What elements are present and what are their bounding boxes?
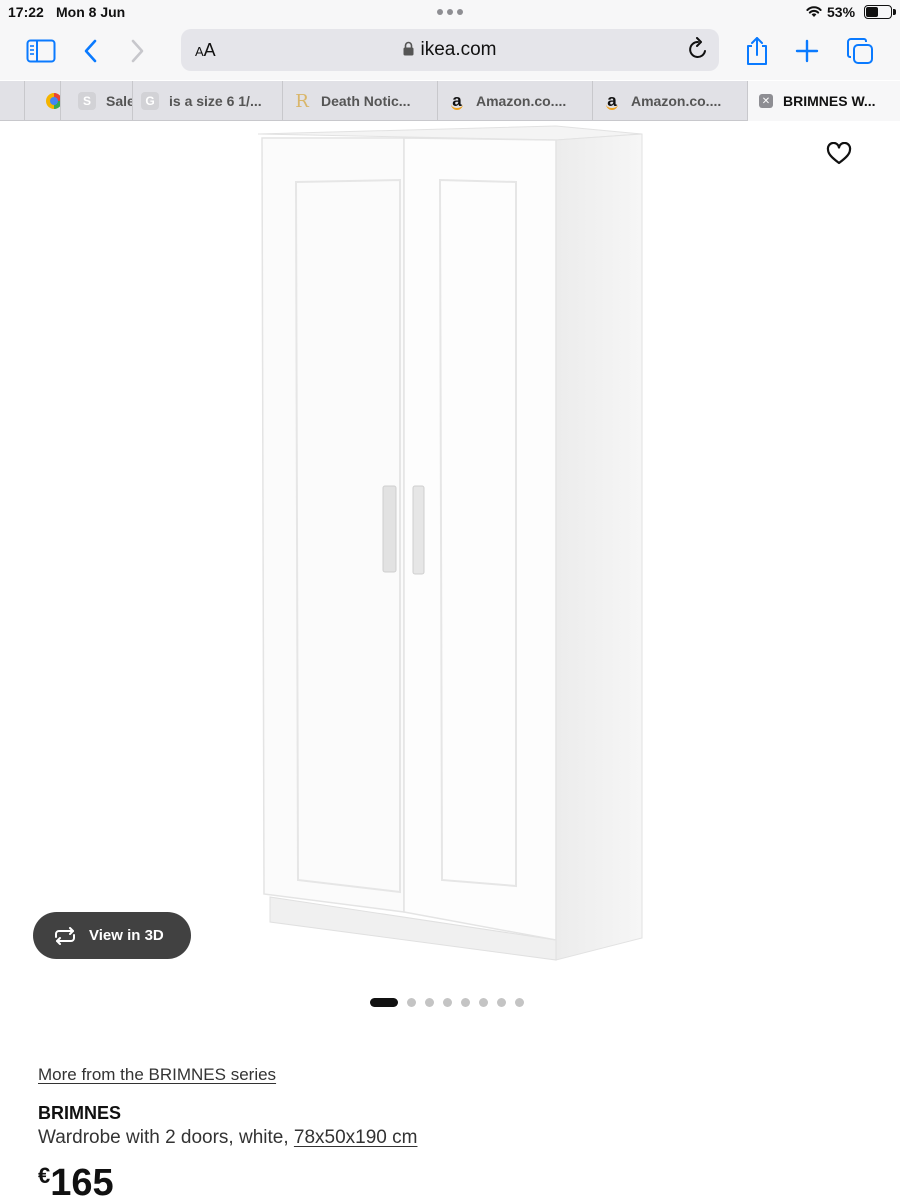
wifi-icon [806, 6, 822, 17]
carousel-dot[interactable] [407, 997, 416, 1007]
rotate-3d-icon [55, 926, 75, 945]
battery-percent: 53% [827, 4, 856, 20]
status-time: 17:22 [8, 4, 44, 20]
carousel-dot[interactable] [515, 997, 524, 1007]
s-favicon-icon: S [78, 92, 96, 110]
g-favicon-icon: G [141, 92, 159, 110]
product-price: €165 [38, 1162, 114, 1200]
product-description: Wardrobe with 2 doors, white, 78x50x190 … [38, 1127, 417, 1149]
multitasking-dots-icon[interactable] [437, 9, 463, 15]
product-image-gallery[interactable]: View in 3D [0, 122, 900, 1022]
favorite-heart-icon[interactable] [826, 142, 852, 166]
tab-title: is a size 6 1/... [169, 93, 262, 109]
close-tab-icon[interactable]: ✕ [759, 94, 773, 108]
tab-strip: S Sale Gis a size 6 1/... R Death Notic...… [0, 81, 900, 121]
tab-title: Amazon.co.... [631, 93, 722, 109]
sidebar-icon[interactable] [24, 34, 58, 68]
carousel-dot[interactable] [443, 997, 452, 1007]
product-description-text: Wardrobe with 2 doors, white, [38, 1127, 294, 1148]
status-bar: 17:22 Mon 8 Jun 53% [0, 0, 900, 24]
url-text: ikea.com [420, 39, 497, 60]
browser-toolbar: AA ikea.com [0, 24, 900, 80]
amazon-favicon-icon: a [603, 91, 621, 110]
tab-3[interactable]: Gis a size 6 1/... [132, 81, 282, 121]
view-in-3d-button[interactable]: View in 3D [33, 912, 191, 959]
back-icon[interactable] [74, 34, 108, 68]
forward-icon[interactable] [120, 34, 154, 68]
tab-title: Death Notic... [321, 93, 411, 109]
r-favicon-icon: R [295, 90, 309, 112]
carousel-dot[interactable] [425, 997, 434, 1007]
tab-title: Amazon.co.... [476, 93, 567, 109]
reload-icon[interactable] [687, 37, 709, 61]
tab-2[interactable]: S Sale [60, 81, 132, 121]
wardrobe-image[interactable] [0, 122, 900, 982]
carousel-dot-active[interactable] [370, 997, 398, 1007]
tab-title: BRIMNES W... [783, 93, 876, 109]
browser-favicon-icon [45, 92, 60, 110]
product-size-link[interactable]: 78x50x190 cm [294, 1127, 418, 1148]
new-tab-icon[interactable] [790, 34, 824, 68]
carousel-dot[interactable] [479, 997, 488, 1007]
tab-5[interactable]: a Amazon.co.... [437, 81, 592, 121]
price-currency: € [38, 1163, 51, 1188]
product-name: BRIMNES [38, 1103, 122, 1123]
tab-1[interactable] [24, 81, 60, 121]
status-date: Mon 8 Jun [56, 4, 126, 20]
amazon-favicon-icon: a [448, 91, 466, 110]
battery-icon [864, 5, 896, 19]
tab-6[interactable]: a Amazon.co.... [592, 81, 747, 121]
tab-overview-icon[interactable] [843, 34, 877, 68]
share-icon[interactable] [740, 34, 774, 68]
lock-icon [403, 41, 414, 56]
tab-title: Sale [106, 93, 132, 109]
tab-4[interactable]: R Death Notic... [282, 81, 437, 121]
series-link[interactable]: More from the BRIMNES series [38, 1065, 276, 1085]
view-in-3d-label: View in 3D [89, 927, 164, 944]
price-amount: 165 [50, 1162, 114, 1200]
carousel-indicator[interactable] [370, 997, 524, 1007]
address-bar[interactable]: AA ikea.com [181, 29, 719, 71]
tab-active[interactable]: ✕ BRIMNES W... [747, 81, 900, 121]
carousel-dot[interactable] [497, 997, 506, 1007]
carousel-dot[interactable] [461, 997, 470, 1007]
